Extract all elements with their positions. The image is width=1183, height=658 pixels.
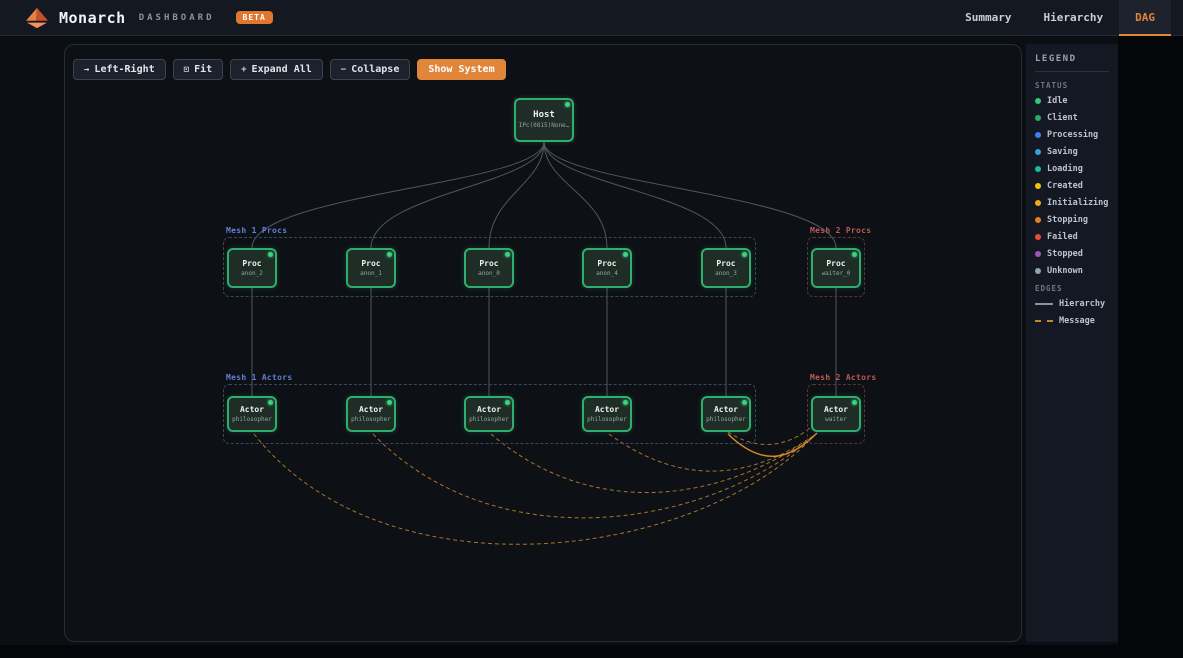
proc-node[interactable]: Proc anon_0 (464, 248, 514, 288)
group-label: Mesh 2 Actors (810, 373, 877, 382)
legend-edges-heading: EDGES (1035, 284, 1109, 293)
status-dot-icon (505, 400, 510, 405)
actor-node[interactable]: Actor philosopher (227, 396, 277, 432)
legend-item-saving: Saving (1035, 147, 1109, 157)
legend-item-initializing: Initializing (1035, 198, 1109, 208)
canvas-toolbar: → Left-Right ⊡ Fit + Expand All − Collap… (73, 59, 506, 80)
plus-icon: + (241, 65, 246, 75)
proc-node[interactable]: Proc anon_3 (701, 248, 751, 288)
proc-node[interactable]: Proc anon_4 (582, 248, 632, 288)
node-title: Host (533, 111, 555, 120)
group-label: Mesh 1 Actors (226, 373, 293, 382)
product-name: DASHBOARD (139, 13, 215, 23)
actor-node[interactable]: Actor philosopher (464, 396, 514, 432)
expand-all-button[interactable]: + Expand All (230, 59, 323, 80)
actor-node[interactable]: Actor philosopher (582, 396, 632, 432)
dashed-line-icon (1035, 320, 1053, 322)
actor-node[interactable]: Actor philosopher (701, 396, 751, 432)
status-dot-icon (1035, 251, 1041, 257)
solid-line-icon (1035, 303, 1053, 305)
legend-status-heading: STATUS (1035, 81, 1109, 90)
proc-node[interactable]: Proc anon_2 (227, 248, 277, 288)
status-dot-icon (268, 400, 273, 405)
legend-panel: LEGEND STATUS Idle Client Processing Sav… (1026, 44, 1118, 642)
actor-node[interactable]: Actor philosopher (346, 396, 396, 432)
status-dot-icon (852, 252, 857, 257)
group-label: Mesh 2 Procs (810, 226, 871, 235)
legend-item-created: Created (1035, 181, 1109, 191)
proc-node[interactable]: Proc waiter_0 (811, 248, 861, 288)
status-dot-icon (1035, 166, 1041, 172)
node-subtitle: IPc(0815)None… (519, 122, 570, 129)
status-dot-icon (1035, 268, 1041, 274)
left-right-button[interactable]: → Left-Right (73, 59, 166, 80)
status-dot-icon (742, 252, 747, 257)
arrow-right-icon: → (84, 65, 89, 75)
legend-item-processing: Processing (1035, 130, 1109, 140)
tab-summary[interactable]: Summary (949, 0, 1027, 36)
status-dot-icon (565, 102, 570, 107)
status-dot-icon (742, 400, 747, 405)
legend-item-idle: Idle (1035, 96, 1109, 106)
fit-icon: ⊡ (184, 65, 189, 75)
status-dot-icon (1035, 98, 1041, 104)
brand-name: Monarch (59, 9, 126, 27)
status-dot-icon (505, 252, 510, 257)
legend-item-unknown: Unknown (1035, 266, 1109, 276)
status-dot-icon (1035, 115, 1041, 121)
legend-item-message-edge: Message (1035, 316, 1109, 326)
legend-item-stopping: Stopping (1035, 215, 1109, 225)
minus-icon: − (341, 65, 346, 75)
legend-item-hierarchy-edge: Hierarchy (1035, 299, 1109, 309)
proc-node[interactable]: Proc anon_1 (346, 248, 396, 288)
top-bar: Monarch DASHBOARD BETA Summary Hierarchy… (0, 0, 1183, 36)
status-dot-icon (1035, 132, 1041, 138)
status-dot-icon (623, 252, 628, 257)
group-label: Mesh 1 Procs (226, 226, 287, 235)
status-dot-icon (1035, 183, 1041, 189)
monarch-logo-icon (24, 7, 50, 29)
tab-dag[interactable]: DAG (1119, 0, 1171, 36)
legend-title: LEGEND (1035, 54, 1109, 72)
show-system-button[interactable]: Show System (417, 59, 505, 80)
status-dot-icon (387, 252, 392, 257)
fit-button[interactable]: ⊡ Fit (173, 59, 223, 80)
status-dot-icon (1035, 200, 1041, 206)
collapse-button[interactable]: − Collapse (330, 59, 411, 80)
status-dot-icon (852, 400, 857, 405)
beta-badge: BETA (236, 11, 273, 24)
tab-hierarchy[interactable]: Hierarchy (1028, 0, 1120, 36)
dag-canvas[interactable]: → Left-Right ⊡ Fit + Expand All − Collap… (64, 44, 1022, 642)
status-dot-icon (387, 400, 392, 405)
status-dot-icon (1035, 149, 1041, 155)
legend-item-stopped: Stopped (1035, 249, 1109, 259)
legend-item-client: Client (1035, 113, 1109, 123)
host-node[interactable]: Host IPc(0815)None… (514, 98, 574, 142)
status-dot-icon (1035, 234, 1041, 240)
actor-node[interactable]: Actor waiter (811, 396, 861, 432)
status-dot-icon (1035, 217, 1041, 223)
legend-item-failed: Failed (1035, 232, 1109, 242)
status-dot-icon (623, 400, 628, 405)
main-nav: Summary Hierarchy DAG (949, 0, 1183, 36)
legend-item-loading: Loading (1035, 164, 1109, 174)
status-dot-icon (268, 252, 273, 257)
